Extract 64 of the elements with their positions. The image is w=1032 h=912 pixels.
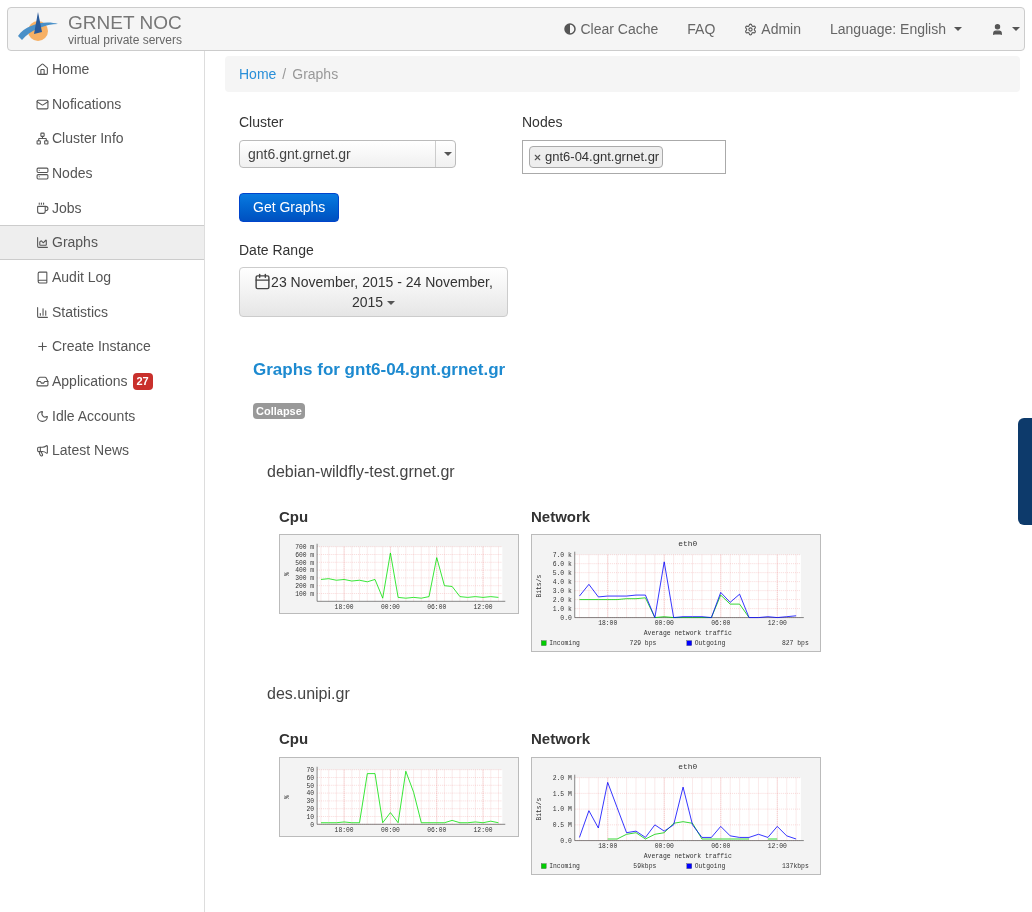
chart-title: eth0 [678, 538, 698, 548]
nav-link[interactable]: Language: English [830, 18, 962, 40]
user-menu[interactable] [991, 22, 1020, 36]
inbox-icon [36, 375, 49, 389]
sidebar-item[interactable]: Latest News [0, 433, 204, 469]
sidebar-item[interactable]: Graphs [0, 225, 204, 261]
nav-link[interactable]: FAQ [687, 18, 716, 40]
sidebar-item[interactable]: Nofications [0, 86, 204, 122]
cup-icon [36, 201, 49, 215]
book-icon [36, 270, 49, 284]
sidebar-item[interactable]: Nodes [0, 156, 204, 191]
bar-chart-icon [36, 305, 49, 319]
dropdown-icon [443, 152, 452, 156]
breadcrumb-separator: / [282, 64, 287, 84]
get-graphs-button[interactable]: Get Graphs [239, 193, 340, 222]
area-chart-icon [36, 236, 49, 250]
breadcrumb-current: Graphs [292, 64, 339, 84]
plus-icon [36, 340, 49, 354]
chart-title: eth0 [678, 761, 698, 771]
date-range-button[interactable]: 23 November, 2015 - 24 November, 2015 [239, 267, 508, 317]
count-badge: 27 [132, 373, 153, 390]
brand-name: GRNET NOC [68, 12, 183, 32]
sitemap-icon [36, 132, 49, 146]
field-label: Cluster [239, 113, 285, 132]
instance-name: debian-wildfly-test.grnet.gr [267, 461, 456, 482]
home-icon [36, 62, 49, 76]
calendar-icon [254, 273, 272, 290]
sidebar-item[interactable]: Cluster Info [0, 121, 204, 157]
sidebar-item[interactable]: Create Instance [0, 329, 204, 365]
envelope-icon [36, 97, 49, 111]
legend-swatch [686, 640, 692, 646]
nodes-field[interactable]: gnt6-04.gnt.grnet.gr [522, 140, 726, 174]
instance-name: des.unipi.gr [267, 684, 351, 704]
contrast-icon [564, 23, 577, 35]
megaphone-icon [36, 444, 49, 458]
cluster-select[interactable]: gnt6.gnt.grnet.gr [239, 140, 456, 168]
graph-title: Cpu [279, 729, 310, 749]
sidebar-item[interactable]: Jobs [0, 190, 204, 226]
remove-icon [533, 152, 542, 162]
sidebar-item[interactable]: Audit Log [0, 260, 204, 295]
graph-title: Cpu [279, 506, 310, 527]
caret-icon [387, 301, 396, 306]
legend-swatch [541, 640, 547, 646]
brand-tagline: virtual private servers [68, 33, 183, 46]
nav-link[interactable]: Admin [744, 18, 801, 40]
field-label: Nodes [522, 113, 564, 132]
field-label: Date Range [239, 241, 315, 260]
sidebar-item[interactable]: Home [0, 52, 204, 87]
sidebar-item[interactable]: Statistics [0, 294, 204, 330]
node-tag[interactable]: gnt6-04.gnt.grnet.gr [529, 146, 664, 168]
server-icon [36, 166, 49, 180]
graph-title: Network [531, 729, 592, 749]
caret-icon [954, 27, 962, 31]
caret-icon [1012, 27, 1020, 31]
legend-swatch [541, 863, 547, 869]
graphs-heading: Graphs for gnt6-04.gnt.grnet.gr [253, 359, 507, 381]
legend-swatch [686, 863, 692, 869]
graph-title: Network [531, 506, 592, 527]
user-icon [991, 22, 1004, 36]
moon-icon [36, 409, 49, 423]
gears-icon [744, 22, 758, 36]
sidebar-item[interactable]: Applications 27 [0, 364, 204, 399]
nav-link[interactable]: Clear Cache [564, 18, 659, 40]
sidebar-item[interactable]: Idle Accounts [0, 398, 204, 434]
